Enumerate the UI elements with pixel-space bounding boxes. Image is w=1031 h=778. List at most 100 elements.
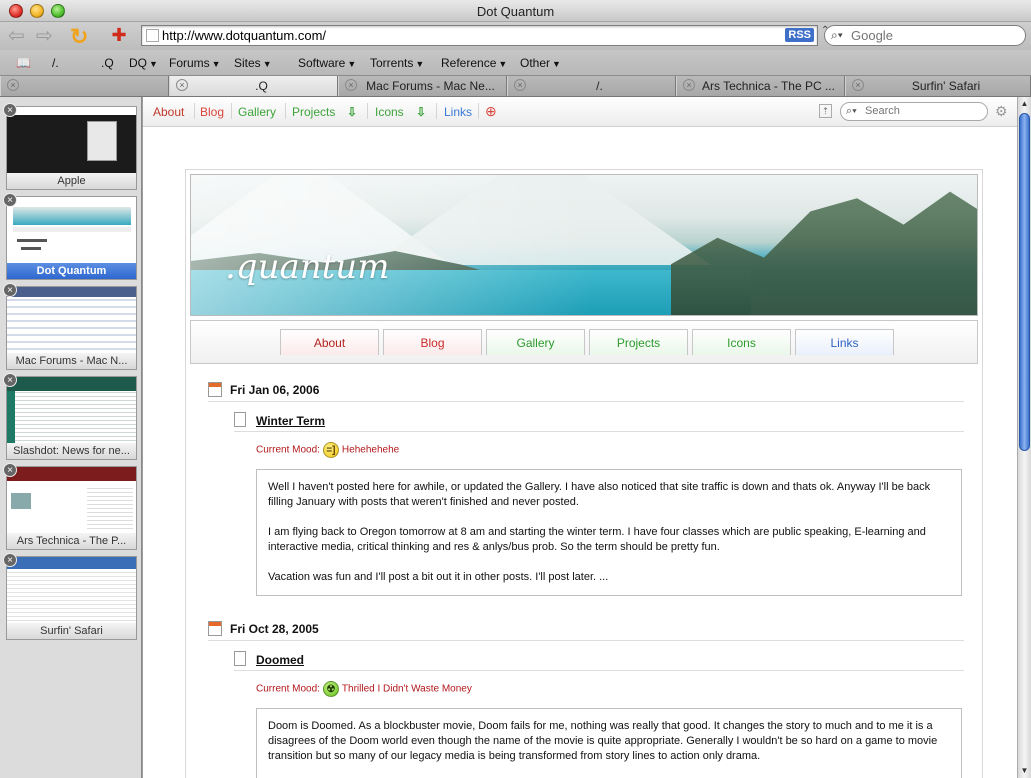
bookmark-sites-menu[interactable]: Sites ▼: [234, 56, 272, 70]
thumb-ars-technica[interactable]: × Ars Technica - The P...: [3, 463, 137, 550]
thumb-surfin-safari[interactable]: × Surfin' Safari: [3, 553, 137, 640]
scroll-up-arrow-icon[interactable]: ▲: [1018, 97, 1031, 111]
address-text[interactable]: http://www.dotquantum.com/: [162, 28, 326, 43]
site-search-input[interactable]: [865, 105, 981, 117]
thumb-preview: [7, 467, 136, 534]
sitebar-link-icons[interactable]: Icons: [375, 105, 404, 119]
sitebar-link-blog[interactable]: Blog: [200, 105, 224, 119]
tab-close-icon[interactable]: ×: [176, 79, 188, 91]
nav-tab-blog[interactable]: Blog: [383, 329, 482, 355]
tab-dotquantum[interactable]: × .Q: [169, 76, 338, 96]
vertical-scrollbar[interactable]: ▲ ▼: [1017, 97, 1031, 778]
thumb-caption: Ars Technica - The P...: [7, 533, 136, 549]
scrollbar-thumb[interactable]: [1019, 113, 1030, 451]
favicon-icon: [146, 29, 159, 42]
calendar-icon: [208, 621, 222, 636]
tab-thumbnail-drawer: × Apple × Dot Quantum × Mac Forums - Mac…: [0, 97, 142, 778]
bookmark-torrents-menu[interactable]: Torrents ▼: [370, 56, 424, 70]
tab-close-icon[interactable]: ×: [852, 79, 864, 91]
document-icon: [234, 651, 246, 666]
back-button[interactable]: ⇦: [8, 26, 25, 46]
search-icon: ⌕▾: [846, 105, 857, 117]
post-paragraph: I am flying back to Oregon tomorrow at 8…: [268, 526, 926, 553]
web-page: About Blog Gallery Projects ⇩ Icons ⇩ Li…: [143, 97, 1017, 778]
bookmarks-bar: 📖 /. .Q DQ ▼ Forums ▼ Sites ▼ Software ▼ Tor…: [0, 50, 1031, 76]
tab-label: .Q: [255, 79, 268, 93]
tab-slashdot[interactable]: × /.: [507, 76, 676, 96]
post-paragraph: Vacation was fun and I'll post a bit out…: [268, 571, 609, 583]
tab-close-icon[interactable]: ×: [514, 79, 526, 91]
tab-close-icon[interactable]: ×: [345, 79, 357, 91]
site-banner: .quantum: [190, 174, 978, 316]
lifebuoy-icon[interactable]: ⊕: [485, 103, 497, 120]
thumb-apple[interactable]: × Apple: [3, 103, 137, 190]
tab-surfin-safari[interactable]: × Surfin' Safari: [845, 76, 1031, 96]
mood-label: Current Mood:: [256, 683, 320, 695]
mood-value: Thrilled I Didn't Waste Money: [341, 683, 472, 695]
tab-mac-forums[interactable]: × Mac Forums - Mac Ne...: [338, 76, 507, 96]
download-arrow-icon[interactable]: ⇩: [347, 105, 357, 119]
nav-tab-icons[interactable]: Icons: [692, 329, 791, 355]
download-arrow-icon[interactable]: ⇩: [416, 105, 426, 119]
bookmark-software-menu[interactable]: Software ▼: [298, 56, 356, 70]
scroll-down-arrow-icon[interactable]: ▼: [1018, 764, 1031, 778]
nav-tab-label: Projects: [616, 336, 661, 350]
thumb-close-icon[interactable]: ×: [3, 373, 17, 387]
thumb-close-icon[interactable]: ×: [3, 103, 17, 117]
page-icon[interactable]: ⇡: [819, 104, 832, 118]
radioactive-smiley-icon: ☢: [322, 681, 339, 697]
sitebar-link-about[interactable]: About: [153, 105, 184, 119]
nav-tab-gallery[interactable]: Gallery: [486, 329, 585, 355]
post-title-row: Doomed: [234, 651, 964, 671]
post-mood: Current Mood: =] Hehehehehe: [256, 442, 399, 458]
thumb-preview: [7, 557, 136, 624]
sitebar-link-label: Icons: [375, 105, 404, 119]
bookmark-dotquantum[interactable]: .Q: [101, 56, 114, 70]
thumb-slashdot[interactable]: × Slashdot: News for ne...: [3, 373, 137, 460]
nav-tab-about[interactable]: About: [280, 329, 379, 355]
nav-tab-label: Links: [830, 336, 859, 350]
bookmark-dq-menu[interactable]: DQ ▼: [129, 56, 158, 70]
bookmarks-book-icon[interactable]: 📖: [16, 56, 31, 70]
sitebar-link-links[interactable]: Links: [444, 105, 472, 119]
thumb-close-icon[interactable]: ×: [3, 283, 17, 297]
nav-tab-projects[interactable]: Projects: [589, 329, 688, 355]
tab-close-icon[interactable]: ×: [7, 79, 19, 91]
thumb-caption: Slashdot: News for ne...: [7, 443, 136, 459]
post-title-link[interactable]: Winter Term: [256, 414, 325, 428]
post-date: Fri Oct 28, 2005: [230, 622, 319, 636]
calendar-icon: [208, 382, 222, 397]
tab-ars-technica[interactable]: × Ars Technica - The PC ...: [676, 76, 845, 96]
add-bookmark-icon[interactable]: ✚: [106, 25, 132, 47]
thumb-close-icon[interactable]: ×: [3, 553, 17, 567]
bookmark-reference-menu[interactable]: Reference ▼: [441, 56, 507, 70]
post-title-link[interactable]: Doomed: [256, 653, 304, 667]
bookmark-slashdot[interactable]: /.: [52, 56, 59, 70]
tab-label: Ars Technica - The PC ...: [702, 79, 835, 93]
tab-apple[interactable]: ×: [0, 76, 169, 96]
address-bar[interactable]: http://www.dotquantum.com/ RSS: [141, 25, 818, 46]
post-date: Fri Jan 06, 2006: [230, 383, 320, 397]
window-title: Dot Quantum: [476, 4, 555, 19]
rss-button[interactable]: RSS: [785, 28, 814, 42]
thumb-close-icon[interactable]: ×: [3, 193, 17, 207]
bookmark-other-menu[interactable]: Other ▼: [520, 56, 561, 70]
sitebar-link-projects[interactable]: Projects: [292, 105, 335, 119]
thumb-dotquantum[interactable]: × Dot Quantum: [3, 193, 137, 280]
bookmark-forums-menu[interactable]: Forums ▼: [169, 56, 221, 70]
post-title-row: Winter Term: [234, 412, 964, 432]
nav-tab-links[interactable]: Links: [795, 329, 894, 355]
google-search-box[interactable]: ⌕▾: [824, 25, 1026, 46]
sitebar-link-gallery[interactable]: Gallery: [238, 105, 276, 119]
site-search-box[interactable]: ⌕▾: [840, 102, 988, 121]
settings-gear-icon[interactable]: ⚙: [995, 103, 1008, 120]
forward-button[interactable]: ⇨: [36, 26, 53, 46]
google-search-input[interactable]: [851, 28, 1021, 43]
site-toolbar: About Blog Gallery Projects ⇩ Icons ⇩ Li…: [143, 97, 1017, 127]
thumb-preview: [7, 377, 136, 444]
thumb-mac-forums[interactable]: × Mac Forums - Mac N...: [3, 283, 137, 370]
thumb-caption: Dot Quantum: [7, 263, 136, 279]
thumb-close-icon[interactable]: ×: [3, 463, 17, 477]
reload-icon[interactable]: ↻: [70, 24, 88, 50]
tab-close-icon[interactable]: ×: [683, 79, 695, 91]
